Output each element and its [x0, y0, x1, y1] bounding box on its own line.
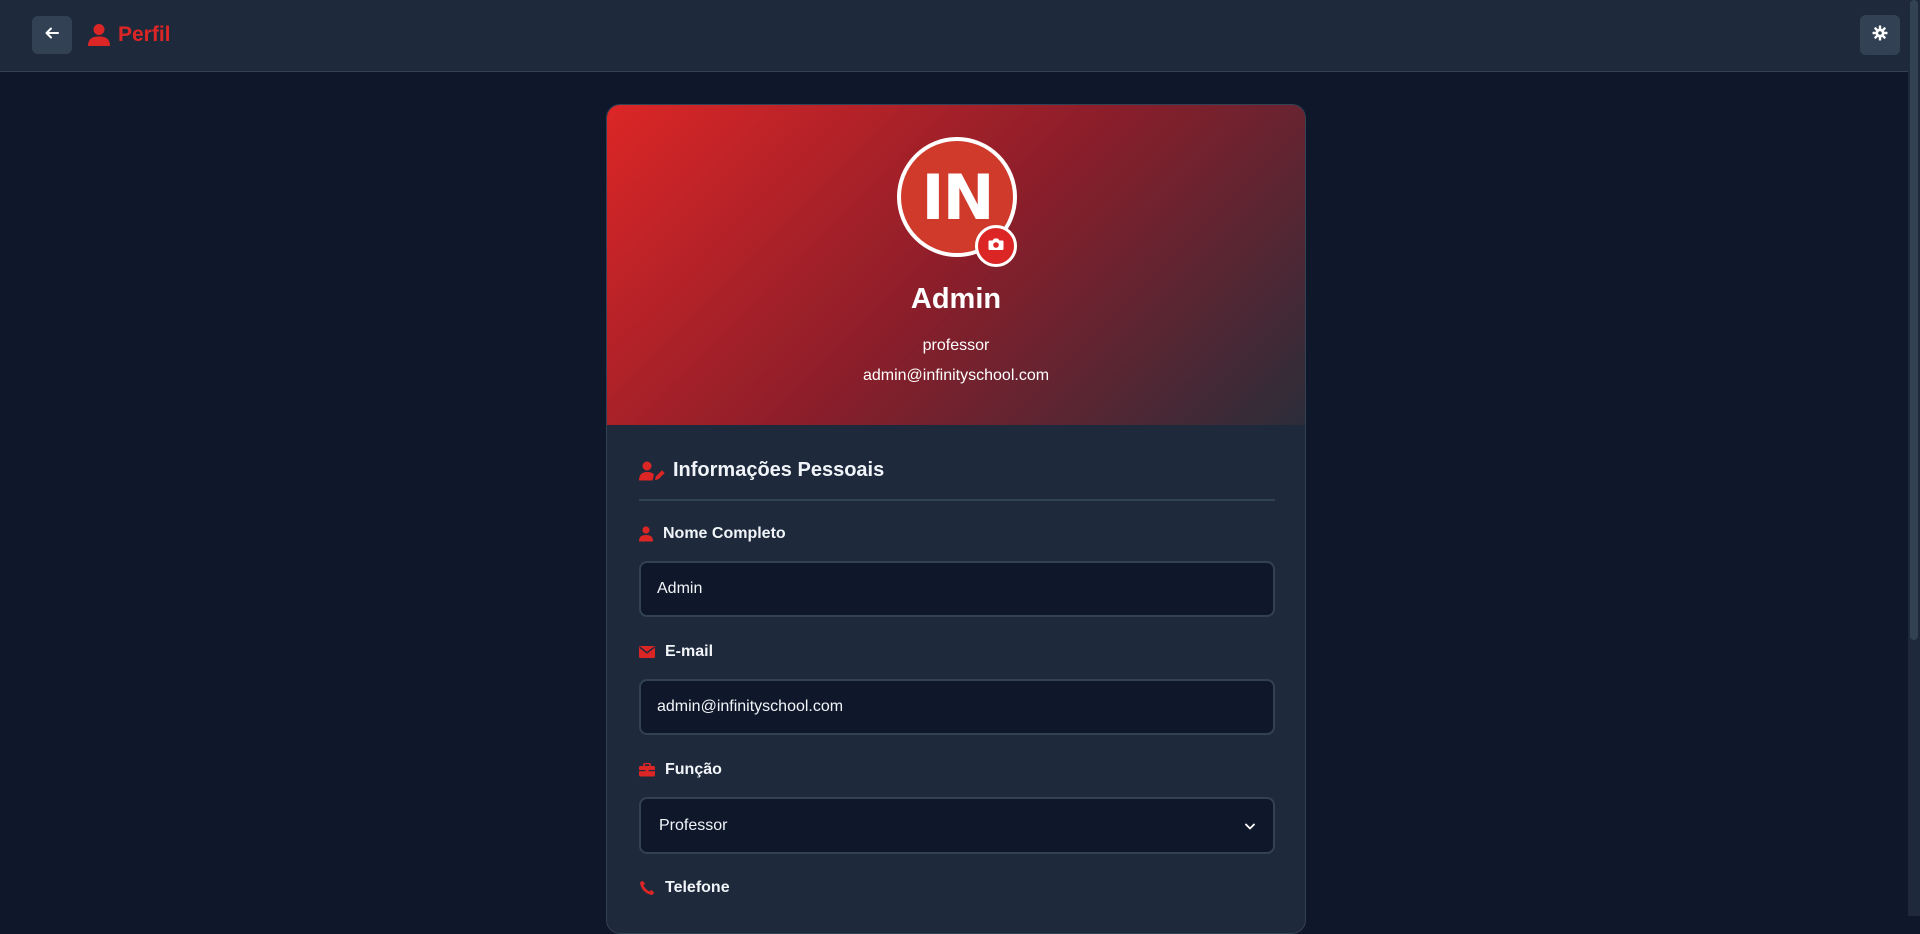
top-bar: Perfil — [0, 0, 1908, 72]
profile-email: admin@infinityschool.com — [862, 367, 1050, 384]
chevron-down-icon — [1245, 817, 1255, 835]
role-select[interactable]: Professor — [639, 797, 1275, 854]
settings-button[interactable] — [1860, 15, 1900, 55]
profile-name: Admin — [910, 283, 1002, 315]
user-icon — [88, 23, 110, 47]
email-input[interactable] — [639, 679, 1275, 735]
avatar-logo-text: IN — [921, 160, 995, 234]
profile-role: professor — [922, 337, 990, 354]
change-photo-button[interactable] — [975, 225, 1017, 267]
user-icon — [639, 526, 653, 542]
back-button[interactable] — [32, 16, 72, 54]
page-title-text: Perfil — [118, 23, 171, 46]
role-field-label: Função — [639, 761, 722, 779]
section-title-text: Informações Pessoais — [673, 459, 885, 481]
phone-icon — [639, 880, 655, 896]
arrow-left-icon — [44, 25, 60, 46]
role-label-text: Função — [665, 761, 722, 778]
camera-icon — [988, 237, 1004, 256]
briefcase-icon — [639, 763, 655, 777]
role-select-value: Professor — [659, 816, 728, 834]
profile-card: IN Admin professor admin@infinityschool.… — [606, 104, 1306, 934]
email-label-text: E-mail — [665, 643, 714, 660]
phone-label-text: Telefone — [665, 879, 730, 896]
phone-field-label: Telefone — [639, 879, 730, 897]
section-title: Informações Pessoais — [639, 459, 1275, 501]
user-edit-icon — [639, 461, 665, 481]
page-title: Perfil — [88, 20, 171, 50]
name-field-label: Nome Completo — [639, 525, 786, 543]
gear-icon — [1872, 25, 1888, 46]
name-label-text: Nome Completo — [663, 525, 786, 542]
scrollbar-thumb[interactable] — [1910, 0, 1918, 640]
envelope-icon — [639, 646, 655, 658]
name-input[interactable] — [639, 561, 1275, 617]
email-field-label: E-mail — [639, 643, 713, 661]
page-scrollbar[interactable] — [1908, 0, 1920, 916]
profile-header: IN Admin professor admin@infinityschool.… — [607, 105, 1305, 425]
